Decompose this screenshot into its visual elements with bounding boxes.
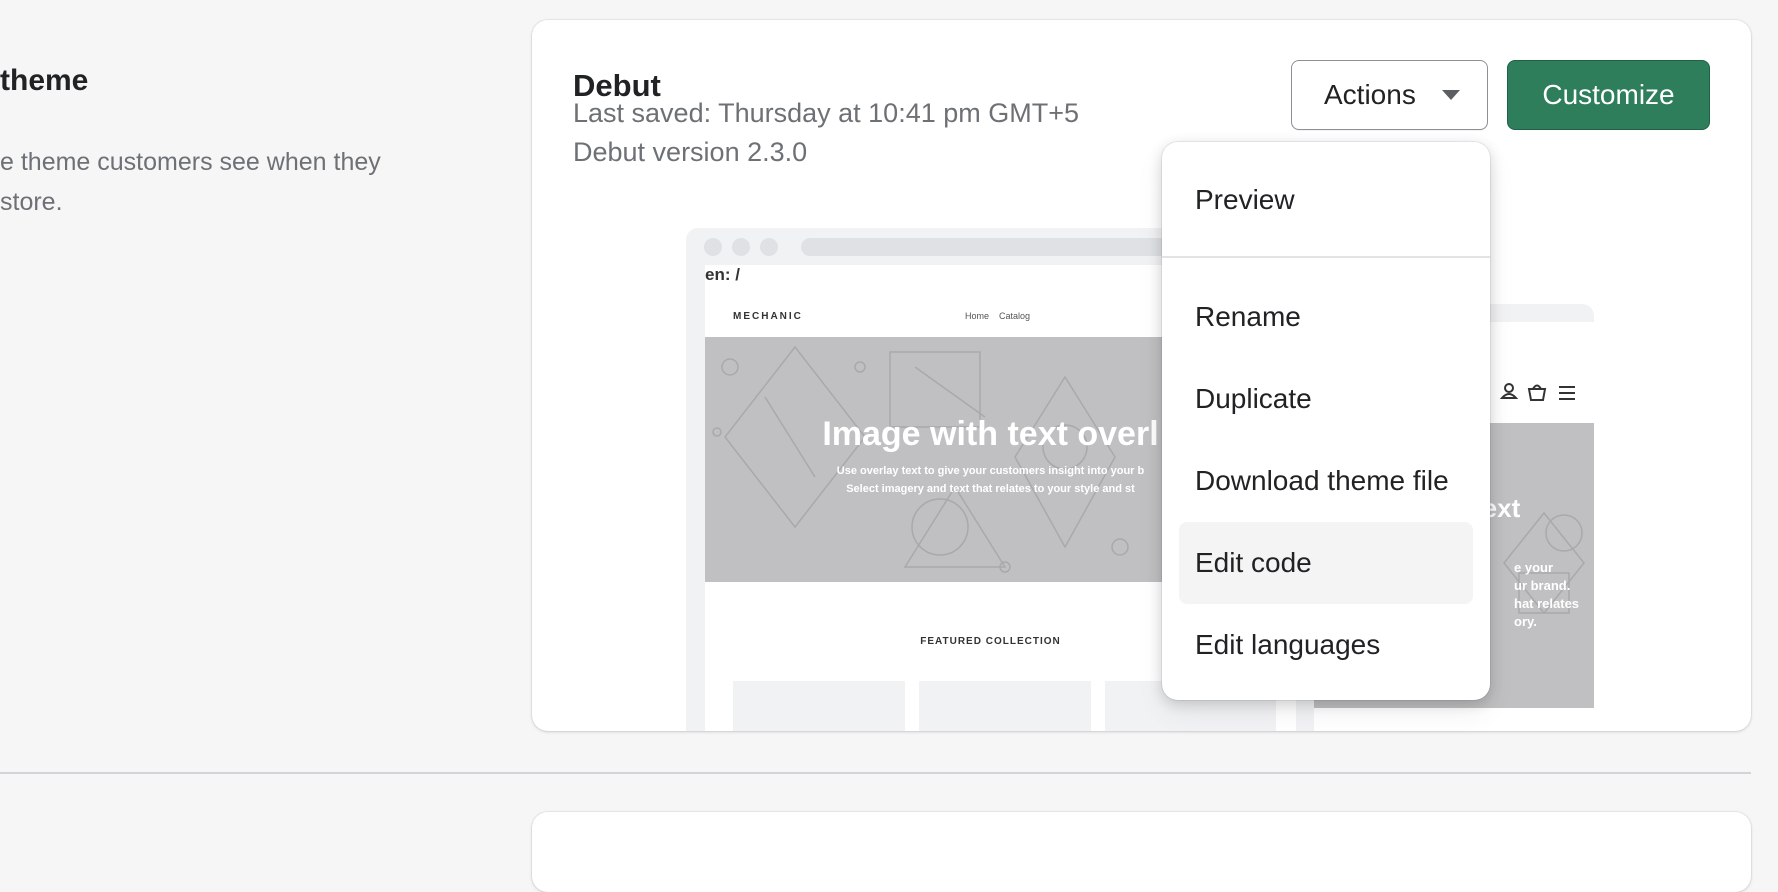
customize-button[interactable]: Customize (1507, 60, 1710, 130)
section-description: e theme customers see when they store. (0, 142, 460, 222)
mobile-hero-line: e your (1514, 560, 1554, 575)
window-dot (760, 238, 778, 256)
menu-item-edit-languages[interactable]: Edit languages (1179, 604, 1473, 686)
theme-version-text: Debut version 2.3.0 (573, 137, 808, 167)
section-title: theme (0, 64, 89, 97)
section-divider (0, 772, 1751, 774)
caret-down-icon (1441, 90, 1460, 100)
store-logo: MECHANIC (733, 311, 803, 322)
mobile-hero-line: ur brand. (1514, 578, 1571, 593)
menu-divider (1162, 256, 1490, 258)
menu-item-download-theme-file[interactable]: Download theme file (1179, 440, 1473, 522)
mobile-hero-line: ory. (1514, 614, 1537, 629)
nav-catalog: Catalog (999, 311, 1031, 321)
preview-error-text: en: / (705, 265, 740, 284)
menu-item-edit-code[interactable]: Edit code (1179, 522, 1473, 604)
actions-button[interactable]: Actions (1291, 60, 1488, 130)
nav-home: Home (965, 311, 990, 321)
menu-item-duplicate[interactable]: Duplicate (1179, 358, 1473, 440)
mobile-hero-line: hat relates (1514, 596, 1580, 611)
window-dot (732, 238, 750, 256)
current-theme-card: Debut Last saved: Thursday at 10:41 pm G… (532, 20, 1751, 731)
section-description-line-2: store. (0, 188, 63, 216)
section-description-line-1: e theme customers see when they (0, 148, 381, 176)
actions-dropdown-menu: Preview Rename Duplicate Download theme … (1162, 142, 1490, 700)
last-saved-text: Last saved: Thursday at 10:41 pm GMT+5 (573, 98, 1080, 128)
menu-item-rename[interactable]: Rename (1179, 276, 1473, 358)
product-placeholder (919, 681, 1091, 731)
window-dot (704, 238, 722, 256)
product-placeholder (733, 681, 905, 731)
actions-button-label: Actions (1324, 79, 1416, 110)
next-section-card (532, 812, 1751, 892)
menu-item-preview[interactable]: Preview (1179, 159, 1473, 241)
header-icons (1499, 383, 1575, 401)
